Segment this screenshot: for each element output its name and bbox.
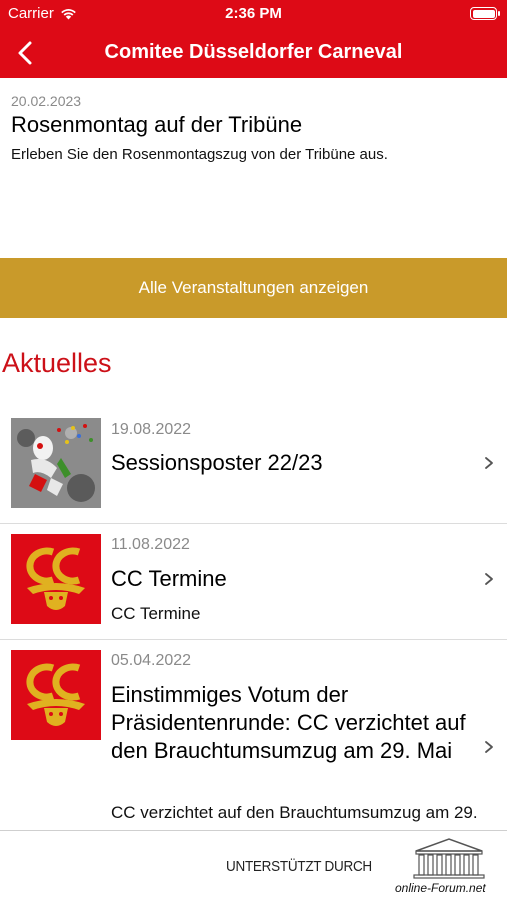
news-item[interactable]: 11.08.2022 CC Termine CC Termine: [0, 524, 507, 639]
news-section-title: Aktuelles: [2, 348, 112, 378]
news-title: Einstimmiges Votum der Präsidentenrunde:…: [111, 682, 466, 763]
chevron-right-icon: [485, 741, 493, 753]
sponsor-footer: UNTERSTÜTZT DURCH online-Forum.net: [0, 830, 507, 900]
chevron-right-icon: [485, 457, 493, 469]
cc-logo-thumbnail: [11, 650, 101, 740]
featured-event[interactable]: 20.02.2023 Rosenmontag auf der Tribüne E…: [0, 78, 507, 258]
page-title: Comitee Düsseldorfer Carneval: [104, 41, 403, 63]
nav-bar: Comitee Düsseldorfer Carneval: [0, 28, 507, 78]
status-bar: Carrier 2:36 PM: [0, 0, 507, 28]
news-item[interactable]: 05.04.2022 Einstimmiges Votum der Präsid…: [0, 640, 507, 830]
supported-by-label: UNTERSTÜTZT DURCH: [226, 858, 372, 875]
battery-icon: [470, 7, 500, 20]
news-title: CC Termine: [111, 566, 227, 591]
sponsor-name: online-Forum.net: [395, 881, 486, 895]
news-item[interactable]: 19.08.2022 Sessionsposter 22/23: [0, 406, 507, 523]
news-subtitle: CC Termine: [111, 604, 201, 623]
all-events-button[interactable]: Alle Veranstaltungen anzeigen: [0, 258, 507, 318]
poster-thumbnail: [11, 418, 101, 508]
news-title: Sessionsposter 22/23: [111, 450, 323, 475]
event-description: Erleben Sie den Rosenmontagszug von der …: [11, 146, 388, 163]
chevron-right-icon: [485, 573, 493, 585]
clock: 2:36 PM: [225, 5, 282, 22]
cc-logo-thumbnail: [11, 534, 101, 624]
news-subtitle: CC verzichtet auf den Brauchtumsumzug am…: [111, 803, 478, 830]
news-date: 05.04.2022: [111, 652, 192, 669]
event-title: Rosenmontag auf der Tribüne: [11, 112, 303, 137]
event-date: 20.02.2023: [11, 93, 82, 109]
news-date: 11.08.2022: [111, 536, 190, 553]
news-date: 19.08.2022: [111, 421, 192, 438]
